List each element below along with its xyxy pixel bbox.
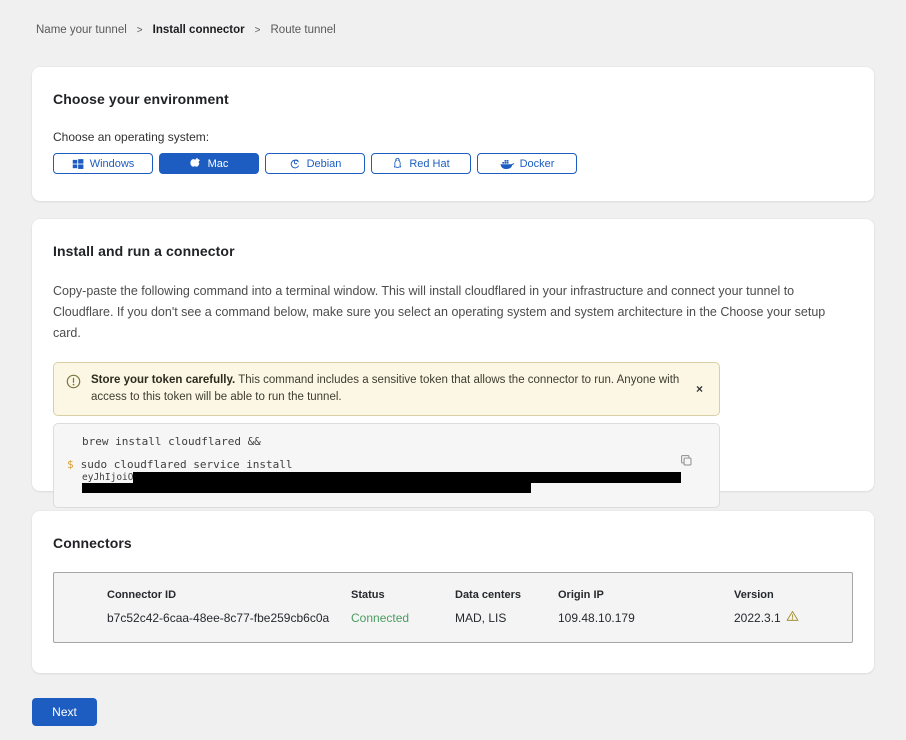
col-header-version: Version	[734, 589, 852, 601]
os-button-label: Debian	[307, 158, 342, 170]
apple-icon	[190, 157, 202, 170]
install-card-title: Install and run a connector	[53, 243, 853, 259]
col-header-status: Status	[351, 589, 455, 601]
environment-card-title: Choose your environment	[53, 91, 853, 107]
version-cell: 2022.3.1	[734, 610, 852, 625]
redacted-token-bar	[82, 483, 531, 493]
breadcrumb: Name your tunnel > Install connector > R…	[0, 0, 906, 36]
os-button-label: Docker	[520, 158, 555, 170]
command-line-2: $ sudo cloudflared service install	[67, 458, 719, 471]
status-badge: Connected	[351, 611, 455, 625]
breadcrumb-route-tunnel[interactable]: Route tunnel	[271, 24, 336, 36]
os-button-label: Mac	[208, 158, 229, 170]
table-header-row: Connector ID Status Data centers Origin …	[107, 589, 852, 601]
data-centers-cell: MAD, LIS	[455, 611, 558, 625]
origin-ip-cell: 109.48.10.179	[558, 611, 734, 625]
os-button-redhat[interactable]: Red Hat	[371, 153, 471, 174]
copy-icon[interactable]	[678, 452, 695, 472]
shell-prompt: $	[67, 458, 74, 471]
token-warning-banner: Store your token carefully. This command…	[53, 362, 720, 416]
alert-circle-icon	[66, 374, 81, 394]
token-warning-title: Store your token carefully.	[91, 374, 235, 386]
os-button-mac[interactable]: Mac	[159, 153, 259, 174]
table-row: b7c52c42-6caa-48ee-8c77-fbe259cb6c0a Con…	[107, 610, 852, 625]
install-connector-card: Install and run a connector Copy-paste t…	[32, 219, 874, 491]
windows-icon	[72, 158, 84, 170]
breadcrumb-name-your-tunnel[interactable]: Name your tunnel	[36, 24, 127, 36]
token-line: eyJhIjoiO	[82, 472, 719, 483]
docker-whale-icon	[500, 158, 514, 170]
os-button-label: Windows	[90, 158, 135, 170]
token-warning-text: Store your token carefully. This command…	[91, 372, 682, 406]
debian-icon	[289, 158, 301, 170]
connectors-card-title: Connectors	[53, 535, 853, 551]
redhat-linux-penguin-icon	[392, 157, 403, 170]
os-button-debian[interactable]: Debian	[265, 153, 365, 174]
os-button-docker[interactable]: Docker	[477, 153, 577, 174]
warning-triangle-icon	[786, 610, 799, 625]
install-description: Copy-paste the following command into a …	[53, 281, 853, 344]
command-line-1: brew install cloudflared &&	[82, 435, 719, 448]
breadcrumb-install-connector[interactable]: Install connector	[153, 24, 245, 36]
col-header-origin-ip: Origin IP	[558, 589, 734, 601]
token-prefix: eyJhIjoiO	[82, 472, 133, 483]
breadcrumb-separator: >	[255, 25, 261, 36]
connector-id-cell: b7c52c42-6caa-48ee-8c77-fbe259cb6c0a	[107, 611, 351, 625]
os-button-label: Red Hat	[409, 158, 449, 170]
command-line-2-text: sudo cloudflared service install	[81, 458, 293, 471]
next-button[interactable]: Next	[32, 698, 97, 726]
redacted-token-bar	[133, 472, 681, 483]
col-header-data-centers: Data centers	[455, 589, 558, 601]
col-header-connector-id: Connector ID	[107, 589, 351, 601]
version-value: 2022.3.1	[734, 611, 781, 625]
close-icon[interactable]: ×	[692, 380, 707, 398]
install-command-block: brew install cloudflared && $ sudo cloudf…	[53, 423, 720, 508]
breadcrumb-separator: >	[137, 25, 143, 36]
connectors-card: Connectors Connector ID Status Data cent…	[32, 511, 874, 673]
choose-environment-card: Choose your environment Choose an operat…	[32, 67, 874, 201]
os-button-windows[interactable]: Windows	[53, 153, 153, 174]
os-button-group: Windows Mac Debian	[53, 153, 853, 174]
connectors-table: Connector ID Status Data centers Origin …	[53, 572, 853, 643]
os-select-label: Choose an operating system:	[53, 130, 853, 144]
